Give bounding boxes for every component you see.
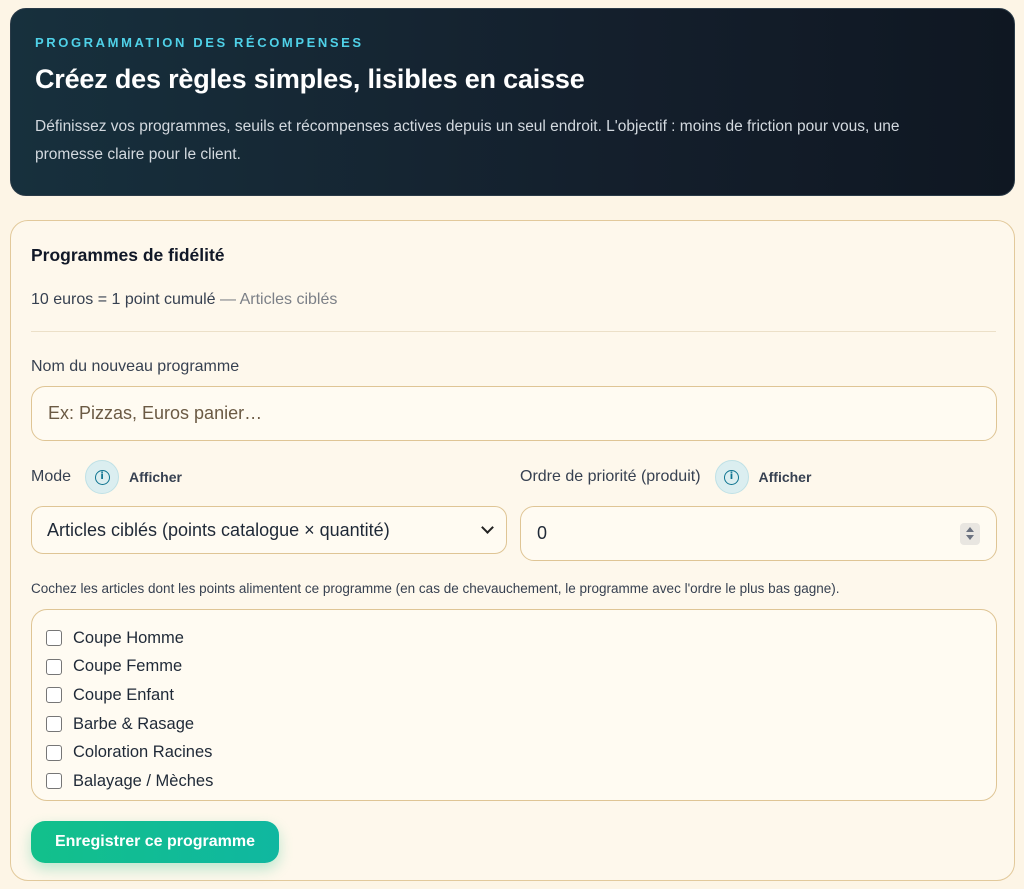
priority-show-toggle[interactable]: Afficher xyxy=(759,469,812,485)
hero-description: Définissez vos programmes, seuils et réc… xyxy=(35,118,900,163)
save-program-button[interactable]: Enregistrer ce programme xyxy=(31,821,279,863)
article-checkbox[interactable] xyxy=(46,630,62,647)
priority-label: Ordre de priorité (produit) xyxy=(520,468,701,485)
priority-number-input[interactable]: 0 xyxy=(520,506,997,561)
mode-label: Mode xyxy=(31,468,72,485)
mode-label-row: Mode i Afficher xyxy=(31,459,182,495)
hero-eyebrow: PROGRAMMATION DES RÉCOMPENSES xyxy=(35,35,364,50)
hero-banner: PROGRAMMATION DES RÉCOMPENSES Créez des … xyxy=(10,8,1015,196)
priority-label-row: Ordre de priorité (produit) i Afficher xyxy=(520,459,811,495)
articles-checklist: Coupe Homme Coupe Femme Coupe Enfant Bar… xyxy=(31,609,997,801)
mode-info-button[interactable]: i xyxy=(85,460,120,494)
chevron-down-icon xyxy=(481,521,494,534)
card-title: Programmes de fidélité xyxy=(31,245,225,265)
priority-info-button[interactable]: i xyxy=(714,460,749,494)
priority-value: 0 xyxy=(537,523,548,543)
article-checkbox[interactable] xyxy=(46,658,62,675)
mode-select-value: Articles ciblés (points catalogue × quan… xyxy=(47,519,390,540)
loyalty-programs-card: Programmes de fidélité 10 euros = 1 poin… xyxy=(10,220,1015,881)
article-label: Barbe & Rasage xyxy=(73,714,195,733)
number-spinner-icon[interactable] xyxy=(960,522,980,545)
mode-select[interactable]: Articles ciblés (points catalogue × quan… xyxy=(31,506,507,554)
article-checkbox[interactable] xyxy=(46,687,62,704)
info-circle-icon: i xyxy=(94,469,110,485)
article-item[interactable]: Coupe Homme xyxy=(46,624,982,653)
divider xyxy=(31,331,996,332)
mode-show-toggle[interactable]: Afficher xyxy=(129,469,182,485)
article-item[interactable]: Coupe Enfant xyxy=(46,681,982,710)
article-checkbox[interactable] xyxy=(46,744,62,761)
article-label: Coupe Femme xyxy=(73,657,183,676)
article-label: Coupe Enfant xyxy=(73,685,174,704)
summary-rule: 10 euros = 1 point cumulé xyxy=(31,291,216,308)
program-summary: 10 euros = 1 point cumulé — Articles cib… xyxy=(31,291,337,309)
summary-mode: — Articles ciblés xyxy=(215,291,338,308)
article-item[interactable]: Balayage / Mèches xyxy=(46,767,982,796)
article-checkbox[interactable] xyxy=(46,773,62,790)
article-label: Coloration Racines xyxy=(73,743,213,762)
program-name-label: Nom du nouveau programme xyxy=(31,358,240,375)
article-item[interactable]: Coupe Femme xyxy=(46,653,982,682)
article-label: Coupe Homme xyxy=(73,628,184,647)
article-item[interactable]: Coloration Racines xyxy=(46,738,982,767)
spinner-up-icon[interactable] xyxy=(966,527,974,532)
spinner-down-icon[interactable] xyxy=(966,535,974,540)
articles-hint: Cochez les articles dont les points alim… xyxy=(31,581,840,596)
article-checkbox[interactable] xyxy=(46,716,62,733)
page-title: Créez des règles simples, lisibles en ca… xyxy=(35,64,585,94)
article-label: Balayage / Mèches xyxy=(73,771,214,790)
info-circle-icon: i xyxy=(724,469,740,485)
article-item[interactable]: Barbe & Rasage xyxy=(46,710,982,739)
program-name-input[interactable] xyxy=(31,386,997,441)
